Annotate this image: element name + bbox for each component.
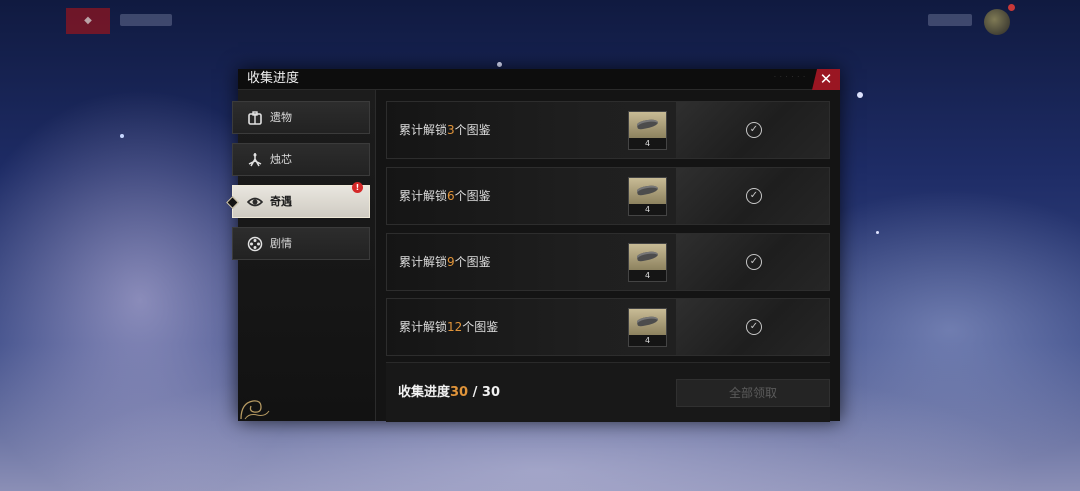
reward-item[interactable]: 4 [628,308,667,347]
reward-count: 4 [629,138,666,149]
progress-current: 30 [450,385,469,400]
milestone-text: 累计解锁3个图鉴 [399,123,491,137]
milestone-text: 累计解锁6个图鉴 [399,189,491,203]
progress-total: 30 [481,385,501,400]
milestone-row: 累计解锁3个图鉴 4 ✓ [386,101,830,159]
check-circle-icon: ✓ [746,188,762,204]
topbar-currency-amount [928,14,972,26]
star [876,231,879,234]
reward-count: 4 [629,335,666,346]
topbar-title [120,14,172,26]
check-circle-icon: ✓ [746,254,762,270]
milestone-row: 累计解锁6个图鉴 4 ✓ [386,167,830,225]
claim-status: ✓ [676,102,829,158]
dialog-footer: 收集进度30 / 30 全部领取 [386,362,830,422]
eye-icon [246,194,264,210]
titlebar-decoration: · · · · · · [774,74,806,81]
relic-reward-icon [629,244,666,270]
reward-item[interactable]: 4 [628,243,667,282]
relic-reward-icon [629,112,666,138]
claim-all-button[interactable]: 全部领取 [676,379,830,407]
active-indicator [226,196,239,209]
reward-item[interactable]: 4 [628,177,667,216]
check-circle-icon: ✓ [746,319,762,335]
relic-reward-icon [629,309,666,335]
film-reel-icon [247,236,263,252]
claim-status: ✓ [676,299,829,355]
milestone-row: 累计解锁9个图鉴 4 ✓ [386,233,830,291]
dialog-titlebar: 收集进度 · · · · · · [238,69,840,90]
milestone-count: 12 [447,320,463,334]
star [497,62,502,67]
claim-status: ✓ [676,234,829,290]
tab-label: 剧情 [270,237,292,250]
game-logo-icon[interactable]: ◆ [66,8,110,34]
relic-icon [247,110,263,126]
corner-ornament-icon [240,400,270,420]
wick-icon [247,152,263,168]
tab-label: 奇遇 [270,195,292,208]
check-circle-icon: ✓ [746,122,762,138]
alert-badge: ! [352,182,363,193]
dialog-title: 收集进度 [247,71,300,86]
category-sidebar: 遗物 烛芯 奇遇 ! 剧情 [226,90,376,421]
milestone-count: 6 [447,189,455,203]
claim-status: ✓ [676,168,829,224]
tab-label: 遗物 [270,111,292,124]
milestone-text: 累计解锁9个图鉴 [399,255,491,269]
relic-reward-icon [629,178,666,204]
star [857,92,863,98]
tab-story[interactable]: 剧情 [232,227,370,260]
currency-icon[interactable] [984,9,1010,35]
collection-progress-dialog: 收集进度 · · · · · · ✕ 遗物 烛芯 奇遇 ! 剧情 累计解锁3个图… [226,69,840,422]
reward-item[interactable]: 4 [628,111,667,150]
tab-label: 烛芯 [270,153,292,166]
milestone-count: 3 [447,123,455,137]
milestone-text: 累计解锁12个图鉴 [399,320,499,334]
notification-dot [1008,4,1015,11]
tab-relic[interactable]: 遗物 [232,101,370,134]
reward-count: 4 [629,270,666,281]
collection-progress: 收集进度30 / 30 [398,385,501,400]
milestone-row: 累计解锁12个图鉴 4 ✓ [386,298,830,356]
reward-count: 4 [629,204,666,215]
milestone-count: 9 [447,255,455,269]
tab-wick[interactable]: 烛芯 [232,143,370,176]
star [120,134,124,138]
tab-encounter[interactable]: 奇遇 ! [226,182,370,218]
